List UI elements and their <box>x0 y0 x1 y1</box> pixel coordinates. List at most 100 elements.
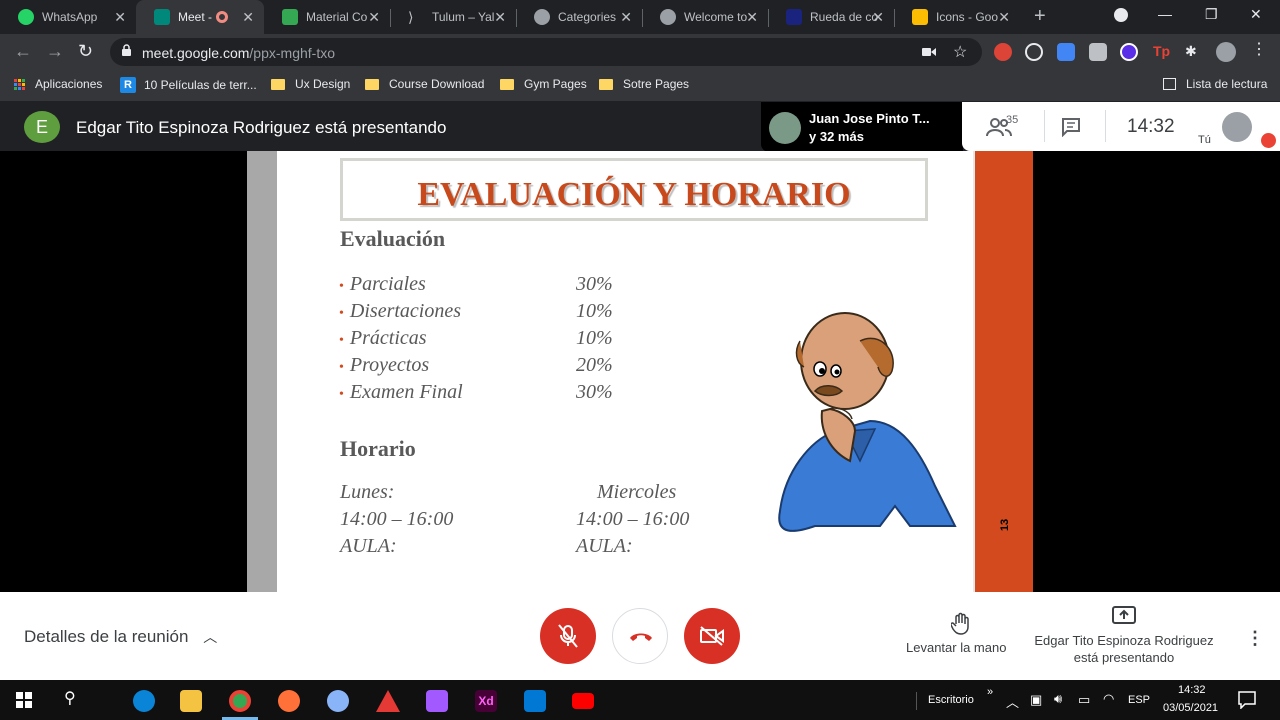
volume-icon[interactable]: 🔊︎ <box>1054 691 1062 707</box>
sheets-icon <box>282 9 298 25</box>
windows-taskbar: ⚲ Xd Escritorio » ︿ ▣ 🔊︎ ▭ ◠ ESP 14:32 0… <box>0 680 1280 720</box>
file-explorer-icon[interactable] <box>180 690 202 712</box>
speaker-avatar <box>769 112 801 144</box>
tab-strip: WhatsApp ✕ Meet - ✕ Material Co ✕ ⟩ Tulu… <box>0 0 1280 34</box>
schedule-room: AULA: <box>340 535 397 557</box>
firefox-icon[interactable] <box>278 690 300 712</box>
window-close-icon[interactable]: ✕ <box>1250 6 1262 23</box>
raise-hand-icon[interactable] <box>950 612 971 641</box>
tab-welcome[interactable]: Welcome to ✕ <box>642 0 768 34</box>
mic-toggle-button[interactable] <box>540 608 596 664</box>
address-bar[interactable]: meet.google.com/ppx-mghf-txo ☆ <box>110 38 982 66</box>
taskbar-time[interactable]: 14:32 <box>1178 684 1206 696</box>
edge-icon[interactable] <box>133 690 155 712</box>
lock-icon <box>122 44 131 56</box>
active-speaker-tile[interactable]: Juan Jose Pinto T... y 32 más <box>761 102 963 152</box>
tab-whatsapp[interactable]: WhatsApp ✕ <box>0 0 136 34</box>
tray-app-icon[interactable]: ▣ <box>1030 692 1042 708</box>
wifi-icon[interactable]: ◠ <box>1103 691 1114 707</box>
tab-label: WhatsApp <box>42 10 98 24</box>
extension-purple-icon[interactable] <box>1120 43 1138 61</box>
tab-meet[interactable]: Meet - ✕ <box>136 0 264 34</box>
taskbar-date[interactable]: 03/05/2021 <box>1163 702 1218 714</box>
meet-controls-bar: Detalles de la reunión ︿ Levantar la man… <box>0 592 1280 680</box>
new-tab-icon[interactable]: + <box>1034 5 1046 28</box>
search-icon[interactable]: ⚲ <box>64 688 76 708</box>
bookmark-peliculas[interactable]: R 10 Películas de terr... <box>120 77 257 93</box>
meeting-clock: 14:32 <box>1127 116 1175 137</box>
leave-call-button[interactable] <box>612 608 668 664</box>
reading-list-button[interactable]: Lista de lectura <box>1163 77 1267 91</box>
bookmarks-bar: Aplicaciones R 10 Películas de terr... U… <box>0 70 1280 102</box>
gmail-extension-icon[interactable] <box>994 43 1012 61</box>
bookmark-ux-design[interactable]: Ux Design <box>271 77 350 91</box>
vscode-icon[interactable] <box>524 690 546 712</box>
close-icon[interactable]: ✕ <box>620 9 632 26</box>
self-label: Tú <box>1198 134 1211 146</box>
adobe-xd-icon[interactable]: Xd <box>475 690 497 712</box>
camera-toggle-button[interactable] <box>684 608 740 664</box>
back-icon[interactable]: ← <box>14 41 32 62</box>
close-icon[interactable]: ✕ <box>368 9 380 26</box>
minimize-icon[interactable]: — <box>1158 6 1172 22</box>
overflow-chevron-icon[interactable]: » <box>987 686 993 698</box>
chat-icon[interactable] <box>1061 117 1081 137</box>
presenting-status[interactable]: Edgar Tito Espinoza Rodriguez está prese… <box>1030 632 1218 666</box>
tulum-icon: ⟩ <box>408 9 414 25</box>
close-icon[interactable]: ✕ <box>872 9 884 26</box>
tab-tulum[interactable]: ⟩ Tulum – Yal ✕ <box>390 0 516 34</box>
windows-start-icon[interactable] <box>16 692 32 708</box>
bookmark-course-download[interactable]: Course Download <box>365 77 484 91</box>
bookmark-sotre-pages[interactable]: Sotre Pages <box>599 77 689 91</box>
tp-extension-icon[interactable]: Tp <box>1153 43 1171 61</box>
close-icon[interactable]: ✕ <box>114 9 126 26</box>
speaker-more: y 32 más <box>809 129 864 144</box>
section-horario: Horario <box>340 436 416 461</box>
chevron-up-icon: ︿ <box>203 629 218 645</box>
star-icon[interactable]: ☆ <box>953 42 967 62</box>
bookmark-gym-pages[interactable]: Gym Pages <box>500 77 587 91</box>
camera-icon[interactable] <box>922 46 936 58</box>
desktop-label[interactable]: Escritorio <box>928 694 974 706</box>
tab-rueda[interactable]: Rueda de co ✕ <box>768 0 894 34</box>
puzzle-icon[interactable]: ✱ <box>1185 43 1203 61</box>
eval-item: • Parciales <box>339 273 426 295</box>
meeting-details-button[interactable]: Detalles de la reunión ︿ <box>24 627 217 647</box>
youtube-icon[interactable] <box>572 693 594 709</box>
present-now-icon[interactable] <box>1112 606 1136 631</box>
tab-icons[interactable]: Icons - Goo ✕ <box>894 0 1020 34</box>
forward-icon[interactable]: → <box>46 41 64 62</box>
restore-icon[interactable]: ❐ <box>1205 6 1218 23</box>
react-devtools-icon[interactable] <box>1025 43 1043 61</box>
tab-material[interactable]: Material Co ✕ <box>264 0 390 34</box>
profile-avatar[interactable] <box>1216 42 1236 62</box>
translate-icon[interactable] <box>1057 43 1075 61</box>
meet-info-panel: 35 14:32 Tú <box>962 102 1280 151</box>
close-icon[interactable]: ✕ <box>998 9 1010 26</box>
paint-icon[interactable] <box>327 690 349 712</box>
close-icon[interactable]: ✕ <box>494 9 506 26</box>
thinking-man-clipart <box>778 312 957 532</box>
screenshot-icon[interactable] <box>1089 43 1107 61</box>
more-menu-icon[interactable]: ⋮ <box>1251 39 1269 58</box>
notifications-icon[interactable] <box>1238 691 1256 709</box>
chrome-icon[interactable] <box>229 690 251 712</box>
muted-indicator-icon <box>1261 133 1276 148</box>
reading-list-icon <box>1163 78 1176 90</box>
figma-icon[interactable] <box>426 690 448 712</box>
close-icon[interactable]: ✕ <box>242 9 254 26</box>
tab-categories[interactable]: Categories ✕ <box>516 0 642 34</box>
schedule-room: AULA: <box>576 535 633 557</box>
autodesk-icon[interactable] <box>376 690 400 712</box>
reload-icon[interactable]: ↻ <box>78 41 93 62</box>
battery-icon[interactable]: ▭ <box>1078 692 1090 708</box>
tray-up-icon[interactable]: ︿ <box>1006 692 1019 711</box>
language-indicator[interactable]: ESP <box>1128 694 1150 706</box>
close-icon[interactable]: ✕ <box>746 9 758 26</box>
tab-search-icon[interactable] <box>1114 8 1128 22</box>
eval-item: • Examen Final <box>339 381 463 403</box>
more-options-icon[interactable]: ⋮ <box>1246 628 1264 649</box>
raise-hand-label[interactable]: Levantar la mano <box>906 640 1006 655</box>
self-avatar[interactable] <box>1222 112 1252 142</box>
bookmark-apps[interactable]: Aplicaciones <box>14 77 102 91</box>
